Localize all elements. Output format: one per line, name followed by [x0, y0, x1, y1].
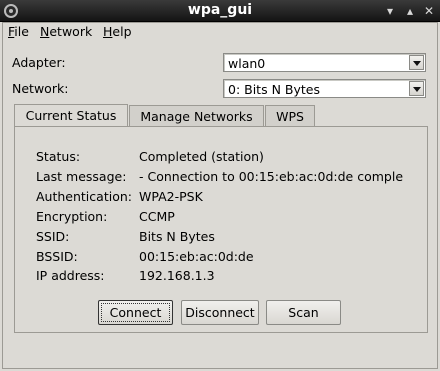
tab-manage-networks[interactable]: Manage Networks: [129, 105, 264, 126]
connect-button[interactable]: Connect: [98, 300, 173, 325]
menu-help[interactable]: Help: [103, 24, 132, 39]
encryption-value: CCMP: [139, 209, 175, 224]
last-message-key: Last message:: [36, 169, 127, 184]
disconnect-button[interactable]: Disconnect: [181, 300, 259, 325]
scan-button[interactable]: Scan: [266, 300, 341, 325]
encryption-key: Encryption:: [36, 209, 108, 224]
menu-file-label: ile: [14, 24, 29, 39]
chevron-down-icon[interactable]: [409, 55, 424, 70]
menu-network-label: etwork: [49, 24, 93, 39]
adapter-label: Adapter:: [12, 55, 66, 70]
authentication-value: WPA2-PSK: [139, 189, 203, 204]
adapter-select[interactable]: wlan0: [223, 53, 426, 72]
status-value: Completed (station): [139, 149, 264, 164]
status-key: Status:: [36, 149, 81, 164]
network-select[interactable]: 0: Bits N Bytes: [223, 79, 426, 98]
window-title: wpa_gui: [187, 2, 253, 18]
maximize-icon[interactable]: ▴: [403, 4, 417, 18]
menu-network[interactable]: Network: [40, 24, 92, 39]
adapter-value: wlan0: [228, 56, 266, 71]
close-icon[interactable]: ✕: [422, 4, 436, 18]
title-bar: wpa_gui ▾ ▴ ✕: [0, 0, 440, 22]
tab-wps[interactable]: WPS: [265, 105, 315, 126]
network-label: Network:: [12, 81, 69, 96]
menu-help-label: elp: [112, 24, 132, 39]
menu-network-mnemonic: N: [40, 24, 50, 39]
bssid-key: BSSID:: [36, 249, 78, 264]
ssid-key: SSID:: [36, 229, 70, 244]
ip-address-key: IP address:: [36, 268, 105, 283]
authentication-key: Authentication:: [36, 189, 132, 204]
minimize-icon[interactable]: ▾: [383, 4, 397, 18]
menu-help-mnemonic: H: [103, 24, 113, 39]
bssid-value: 00:15:eb:ac:0d:de: [139, 249, 254, 264]
tab-current-status[interactable]: Current Status: [14, 104, 128, 126]
menu-file[interactable]: File: [8, 24, 29, 39]
last-message-value: - Connection to 00:15:eb:ac:0d:de comple: [139, 169, 404, 184]
network-value: 0: Bits N Bytes: [228, 82, 320, 97]
chevron-down-icon[interactable]: [409, 81, 424, 96]
ssid-value: Bits N Bytes: [139, 229, 215, 244]
ip-address-value: 192.168.1.3: [139, 268, 215, 283]
